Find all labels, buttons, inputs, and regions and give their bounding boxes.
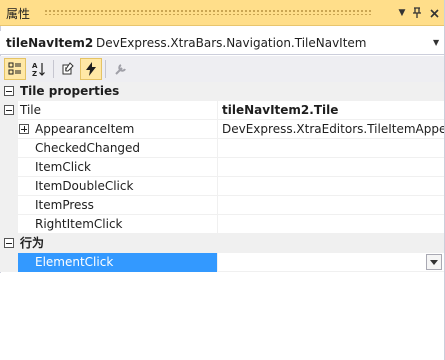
property-name: AppearanceItem <box>35 122 135 136</box>
categorized-icon[interactable] <box>4 58 26 80</box>
object-selector-dropdown[interactable]: tileNavItem2 DevExpress.XtraBars.Navigat… <box>0 31 445 55</box>
toolbar-separator <box>105 60 106 78</box>
close-icon[interactable] <box>424 3 444 23</box>
event-handler-value[interactable] <box>218 196 445 215</box>
event-row-rightitemclick[interactable]: RightItemClick <box>0 215 445 234</box>
collapse-icon[interactable] <box>4 238 14 248</box>
event-name: ElementClick <box>18 253 217 272</box>
event-name: ItemPress <box>35 198 94 212</box>
category-label: Tile properties <box>20 84 120 98</box>
row-gutter <box>0 215 18 234</box>
event-row-itemdoubleclick[interactable]: ItemDoubleClick <box>0 177 445 196</box>
svg-text:A: A <box>32 62 38 70</box>
property-name: Tile <box>20 103 42 117</box>
window-title: 属性 <box>6 7 31 21</box>
event-handler-dropdown-button[interactable] <box>426 254 442 270</box>
property-value[interactable]: DevExpress.XtraEditors.TileItemAppea <box>218 120 445 139</box>
event-name: ItemDoubleClick <box>35 179 134 193</box>
row-gutter <box>0 196 18 215</box>
toolbar-separator <box>53 60 54 78</box>
event-row-itempress[interactable]: ItemPress <box>0 196 445 215</box>
properties-icon[interactable] <box>57 58 79 80</box>
drag-grip[interactable] <box>44 9 371 15</box>
property-value[interactable]: tileNavItem2.Tile <box>218 101 445 120</box>
row-gutter <box>0 177 18 196</box>
event-row-checkedchanged[interactable]: CheckedChanged <box>0 139 445 158</box>
properties-window-titlebar[interactable]: 属性 ▼ <box>0 0 445 26</box>
chevron-down-icon[interactable]: ▼ <box>433 38 439 47</box>
svg-text:Z: Z <box>32 70 37 77</box>
category-tile-properties[interactable]: Tile properties <box>0 82 445 101</box>
event-handler-value[interactable] <box>218 253 445 272</box>
collapse-icon[interactable] <box>4 105 14 115</box>
row-gutter <box>0 139 18 158</box>
event-row-itemclick[interactable]: ItemClick <box>0 158 445 177</box>
property-grid: Tile properties Tile tileNavItem2.Tile A… <box>0 82 445 272</box>
row-gutter <box>0 120 18 139</box>
row-gutter <box>0 253 18 272</box>
property-pages-icon[interactable] <box>110 58 132 80</box>
event-handler-value[interactable] <box>218 158 445 177</box>
row-gutter <box>0 158 18 177</box>
selected-object-type: DevExpress.XtraBars.Navigation.TileNavIt… <box>96 36 367 50</box>
event-handler-value[interactable] <box>218 139 445 158</box>
event-handler-value[interactable] <box>218 177 445 196</box>
event-name: RightItemClick <box>35 217 123 231</box>
collapse-icon[interactable] <box>4 86 14 96</box>
event-name: ItemClick <box>35 160 91 174</box>
property-row-appearanceitem[interactable]: AppearanceItem DevExpress.XtraEditors.Ti… <box>0 120 445 139</box>
property-grid-toolbar: A Z <box>0 56 445 82</box>
category-label: 行为 <box>20 236 45 250</box>
events-icon[interactable] <box>80 58 102 80</box>
event-name: CheckedChanged <box>35 141 141 155</box>
event-handler-value[interactable] <box>218 215 445 234</box>
category-behavior[interactable]: 行为 <box>0 234 445 253</box>
property-grid-empty-area <box>0 273 445 360</box>
alphabetical-icon[interactable]: A Z <box>28 58 50 80</box>
event-row-elementclick[interactable]: ElementClick <box>0 253 445 272</box>
selected-object-name: tileNavItem2 <box>6 36 94 50</box>
property-row-tile[interactable]: Tile tileNavItem2.Tile <box>0 101 445 120</box>
